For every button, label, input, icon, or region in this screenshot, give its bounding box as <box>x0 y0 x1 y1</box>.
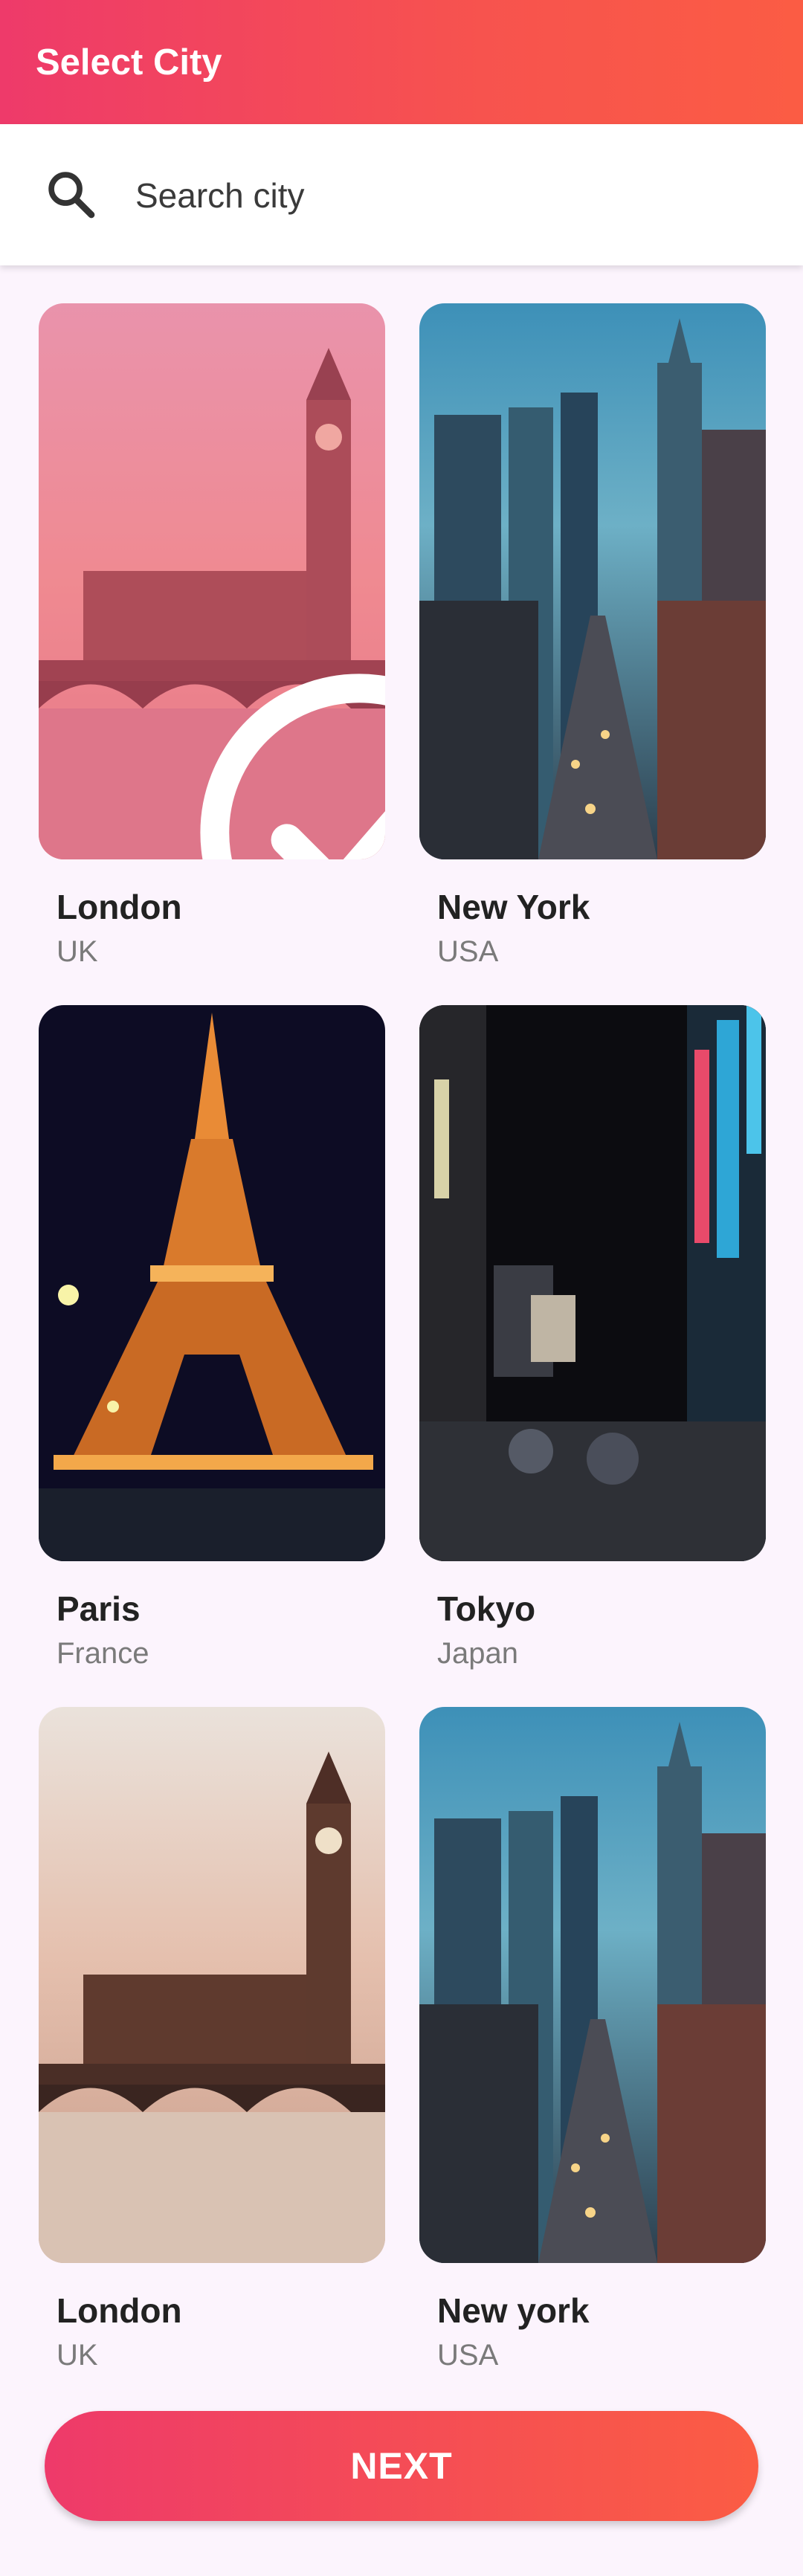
city-name: London <box>57 888 182 926</box>
city-image-tokyo <box>419 1005 766 1561</box>
search-icon[interactable] <box>43 167 100 223</box>
city-image-new-york <box>419 1707 766 2263</box>
search-bar <box>0 124 803 265</box>
city-name: London <box>57 2291 182 2330</box>
city-image-london <box>39 1707 385 2263</box>
check-circle-icon <box>200 674 385 859</box>
city-card-tokyo[interactable]: Tokyo Japan <box>419 1005 766 1670</box>
city-country: France <box>57 1637 149 1670</box>
city-country: UK <box>57 2339 98 2372</box>
city-country: Japan <box>437 1637 518 1670</box>
city-image-new-york <box>419 303 766 859</box>
city-country: USA <box>437 2339 499 2372</box>
city-card-london[interactable]: London UK <box>39 303 385 968</box>
city-card-paris[interactable]: Paris France <box>39 1005 385 1670</box>
city-country: UK <box>57 935 98 968</box>
page-title: Select City <box>36 42 222 83</box>
city-country: USA <box>437 935 499 968</box>
city-name: Tokyo <box>437 1589 536 1628</box>
city-card-new-york[interactable]: New York USA <box>419 303 766 968</box>
city-image-london <box>39 303 385 859</box>
city-name: New york <box>437 2291 590 2330</box>
city-name: New York <box>437 888 590 926</box>
search-input[interactable] <box>134 169 761 222</box>
city-card-london-2[interactable]: London UK <box>39 1707 385 2372</box>
app-bar: Select City <box>0 0 803 124</box>
next-button[interactable]: NEXT <box>45 2411 758 2521</box>
city-image-paris <box>39 1005 385 1561</box>
city-card-new-york-2[interactable]: New york USA <box>419 1707 766 2372</box>
city-name: Paris <box>57 1589 141 1628</box>
